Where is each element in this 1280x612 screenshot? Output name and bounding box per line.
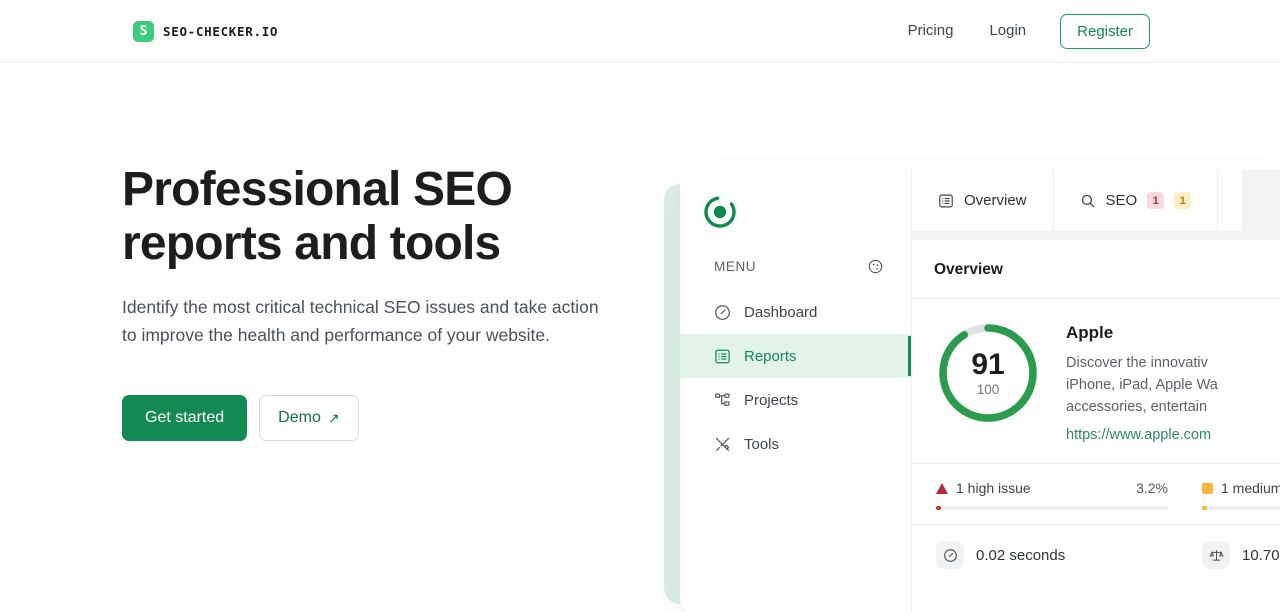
overview-panel: Overview 91 100 Apple Discover the innov… [912, 239, 1280, 612]
issue-progress-fill [936, 506, 941, 510]
site-header: S SEO-CHECKER.IO Pricing Login Register [0, 0, 1280, 63]
sidebar-item-reports[interactable]: Reports [680, 334, 911, 378]
issue-percent: 3.2% [1136, 480, 1168, 496]
dashboard-app-window: MENU Dashboard Reports Projects Tools Ov… [680, 170, 1280, 612]
medium-square-icon [1202, 482, 1213, 494]
nav-link-pricing[interactable]: Pricing [890, 14, 972, 48]
warning-triangle-icon [936, 482, 948, 494]
speed-gauge-icon [936, 541, 964, 569]
scale-icon [1202, 541, 1230, 569]
site-summary: 91 100 Apple Discover the innovativ iPho… [912, 299, 1280, 463]
brand-name: SEO-CHECKER.IO [163, 23, 279, 39]
hero-section: Professional SEO reports and tools Ident… [122, 163, 632, 441]
metric-load-time: 0.02 seconds [936, 541, 1168, 569]
tab-overview[interactable]: Overview [912, 170, 1054, 231]
issue-head: 1 high issue 3.2% [936, 480, 1168, 496]
report-list-icon [714, 348, 731, 365]
sidebar-menu-label: MENU [714, 259, 757, 274]
hero-title-line-2: reports and tools [122, 217, 501, 270]
tab-label: Overview [964, 192, 1027, 209]
tab-bar: Overview SEO 1 1 [912, 170, 1280, 231]
metric-page-size: 10.70 kB [1202, 541, 1280, 569]
demo-button[interactable]: Demo ↗ [259, 395, 359, 441]
site-info: Apple Discover the innovativ iPhone, iPa… [1066, 321, 1280, 443]
site-url-link[interactable]: https://www.apple.com [1066, 427, 1280, 443]
page-title: Professional SEO reports and tools [122, 163, 632, 271]
issue-head: 1 medium issue [1202, 480, 1280, 496]
demo-button-label: Demo [278, 409, 321, 426]
nav-link-login[interactable]: Login [971, 14, 1044, 48]
status-badge-medium: 1 [1174, 192, 1192, 209]
sidebar-item-label: Projects [744, 391, 799, 409]
metrics-row: 0.02 seconds 10.70 kB [912, 524, 1280, 585]
sidebar-item-dashboard[interactable]: Dashboard [680, 290, 911, 334]
sitemap-icon [714, 392, 731, 409]
hero-title-line-1: Professional SEO [122, 163, 513, 216]
metric-value: 0.02 seconds [976, 546, 1066, 564]
brand-logo[interactable]: S SEO-CHECKER.IO [133, 20, 279, 42]
status-badge-high: 1 [1147, 192, 1165, 209]
issues-row: 1 high issue 3.2% 1 medium issue [912, 463, 1280, 524]
theme-palette-icon[interactable] [868, 259, 883, 274]
sidebar-item-label: Tools [744, 435, 780, 453]
sidebar-item-label: Reports [744, 347, 797, 365]
gauge-icon [714, 304, 731, 321]
dashboard-sidebar: MENU Dashboard Reports Projects Tools [680, 170, 912, 612]
metric-value: 10.70 kB [1242, 546, 1280, 564]
issue-medium: 1 medium issue [1202, 480, 1280, 510]
score-total: 100 [976, 381, 1000, 397]
tab-seo[interactable]: SEO 1 1 [1053, 170, 1219, 231]
hero-subtitle: Identify the most critical technical SEO… [122, 297, 599, 345]
tab-next-partial[interactable] [1218, 170, 1243, 231]
issue-progress-fill [1202, 506, 1207, 510]
app-logo-icon[interactable] [680, 186, 911, 235]
issue-label: 1 medium issue [1221, 480, 1280, 496]
sidebar-menu-header: MENU [680, 235, 911, 274]
sidebar-item-projects[interactable]: Projects [680, 378, 911, 422]
sidebar-item-label: Dashboard [744, 303, 818, 321]
issue-high: 1 high issue 3.2% [936, 480, 1168, 510]
sidebar-menu-list: Dashboard Reports Projects Tools [680, 290, 911, 466]
main-nav: Pricing Login Register [890, 13, 1150, 49]
arrow-up-right-icon: ↗ [327, 409, 340, 426]
dashboard-content: Overview SEO 1 1 Overview 91 100 Apple D… [912, 170, 1280, 612]
panel-title: Overview [912, 240, 1280, 299]
tools-icon [714, 436, 731, 453]
sidebar-item-tools[interactable]: Tools [680, 422, 911, 466]
score-value-group: 91 100 [936, 321, 1040, 425]
tab-label: SEO [1105, 192, 1138, 209]
dashboard-preview: MENU Dashboard Reports Projects Tools Ov… [664, 170, 1280, 612]
issue-label: 1 high issue [956, 480, 1031, 496]
issue-progress-bar [936, 506, 1168, 510]
issue-progress-bar [1202, 506, 1280, 510]
site-description: Discover the innovativ iPhone, iPad, App… [1066, 355, 1218, 415]
hero-actions: Get started Demo ↗ [122, 395, 632, 441]
register-button[interactable]: Register [1060, 13, 1150, 49]
score-gauge: 91 100 [936, 321, 1040, 425]
search-icon [1080, 193, 1096, 209]
get-started-button[interactable]: Get started [122, 395, 248, 441]
score-value: 91 [971, 347, 1005, 381]
brand-mark-icon: S [133, 20, 154, 42]
site-name: Apple [1066, 323, 1114, 342]
list-icon [938, 193, 954, 209]
